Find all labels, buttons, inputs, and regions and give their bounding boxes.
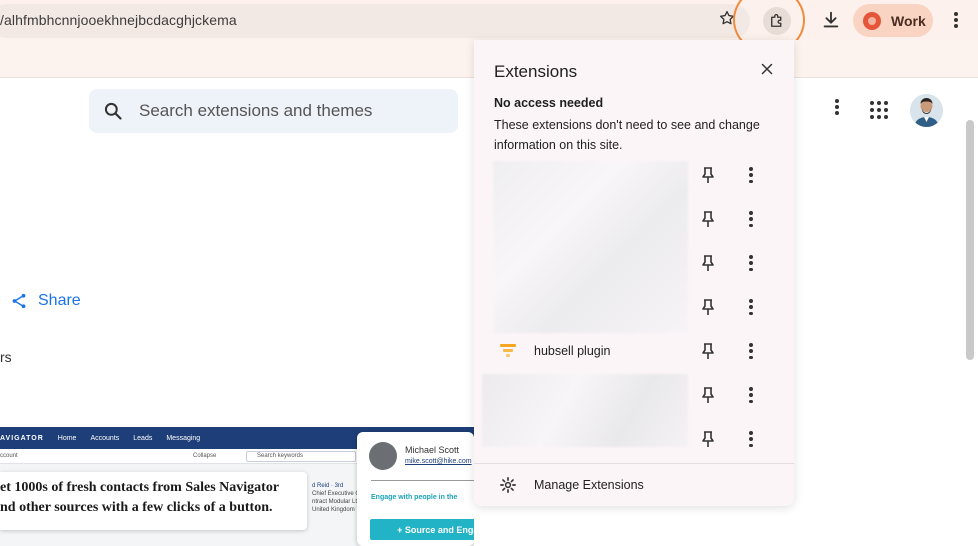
manage-extensions-label: Manage Extensions — [534, 478, 644, 492]
preview-nav-brand: AVIGATOR — [0, 434, 44, 442]
share-label: Share — [38, 292, 81, 309]
page-more-kebab-icon[interactable] — [827, 97, 847, 117]
extension-menu-kebab-icon[interactable] — [749, 299, 753, 315]
pin-icon[interactable] — [700, 254, 716, 272]
scrollbar-thumb[interactable] — [966, 120, 974, 360]
download-icon[interactable] — [820, 9, 842, 31]
extension-row-hubsell[interactable]: hubsell plugin — [474, 330, 794, 374]
address-bar[interactable]: /alhfmbhcnnjooekhnejbcdacghjckema — [0, 4, 750, 38]
preview-nav-item: Messaging — [166, 434, 201, 442]
extension-menu-kebab-icon[interactable] — [749, 211, 753, 227]
page-scrollbar[interactable] — [966, 80, 974, 546]
profile-label: Work — [891, 12, 926, 29]
google-apps-grid-icon[interactable] — [870, 101, 888, 119]
popup-divider — [474, 463, 794, 464]
extension-menu-kebab-icon[interactable] — [749, 255, 753, 271]
partial-text: rs — [0, 349, 12, 365]
preview-nav-item: Accounts — [90, 434, 120, 442]
preview-search-field: Search keywords — [246, 451, 356, 462]
extension-row[interactable] — [474, 242, 794, 286]
extension-row[interactable] — [474, 286, 794, 330]
pin-icon[interactable] — [700, 386, 716, 404]
preview-profile-avatar — [369, 442, 397, 470]
gear-icon — [500, 477, 516, 493]
preview-lead-line: ntract Modular Ltd — [312, 499, 361, 505]
account-avatar[interactable] — [910, 94, 943, 127]
profile-chip-button[interactable]: Work — [853, 4, 933, 37]
share-icon — [12, 293, 26, 309]
pin-icon[interactable] — [700, 166, 716, 184]
extension-row[interactable] — [474, 418, 794, 462]
preview-profile-email: mike.scott@hike.com — [405, 458, 472, 465]
avatar-person-icon — [910, 94, 943, 127]
preview-lead-line: United Kingdom — [312, 507, 355, 513]
section-description: These extensions don't need to see and c… — [494, 118, 760, 152]
extension-menu-kebab-icon[interactable] — [749, 167, 753, 183]
preview-source-engage-button: + Source and Engage — [370, 519, 474, 540]
share-button[interactable]: Share — [10, 292, 81, 310]
preview-caption-line: et 1000s of fresh contacts from Sales Na… — [0, 480, 280, 495]
extension-menu-kebab-icon[interactable] — [749, 343, 753, 359]
search-icon — [104, 102, 122, 120]
hubsell-funnel-icon — [500, 344, 516, 357]
extension-menu-kebab-icon[interactable] — [749, 387, 753, 403]
preview-lead-line: d Reid · 3rd — [312, 483, 344, 489]
preview-nav-item: Leads — [133, 434, 153, 442]
browser-toolbar: /alhfmbhcnnjooekhnejbcdacghjckema Work — [0, 0, 978, 54]
extensions-popup: Extensions No access needed These extens… — [474, 40, 794, 506]
manage-extensions-button[interactable]: Manage Extensions — [474, 468, 794, 504]
search-input[interactable] — [139, 101, 439, 121]
preview-profile-name: Michael Scott — [405, 445, 460, 455]
extension-row[interactable] — [474, 198, 794, 242]
close-icon[interactable] — [758, 60, 776, 78]
preview-account-text: ccount — [0, 453, 18, 459]
profile-avatar-icon — [863, 11, 881, 30]
preview-collapse-text: Collapse — [193, 453, 217, 459]
preview-lead-info: d Reid · 3rd Chief Executive Of ntract M… — [312, 482, 362, 514]
preview-lead-line: Chief Executive Of — [312, 491, 362, 497]
extension-row[interactable] — [474, 374, 794, 418]
search-extensions-box[interactable] — [89, 89, 458, 133]
url-text[interactable]: /alhfmbhcnnjooekhnejbcdacghjckema — [0, 12, 237, 28]
extension-screenshot-preview[interactable]: AVIGATOR Home Accounts Leads Messaging c… — [0, 427, 474, 546]
pin-icon[interactable] — [700, 210, 716, 228]
preview-caption: et 1000s of fresh contacts from Sales Na… — [0, 472, 307, 530]
extension-row[interactable] — [474, 154, 794, 198]
section-title: No access needed — [494, 96, 604, 110]
preview-caption-line: nd other sources with a few clicks of a … — [0, 500, 273, 515]
preview-engage-text: Engage with people in the — [371, 494, 458, 501]
extension-menu-kebab-icon[interactable] — [749, 431, 753, 447]
pin-icon[interactable] — [700, 430, 716, 448]
hubsell-label: hubsell plugin — [534, 344, 611, 358]
pin-icon[interactable] — [700, 342, 716, 360]
preview-profile-card: Michael Scott mike.scott@hike.com Engage… — [357, 432, 474, 546]
popup-title: Extensions — [494, 62, 578, 81]
pin-icon[interactable] — [700, 298, 716, 316]
browser-menu-kebab-icon[interactable] — [946, 10, 966, 30]
preview-nav-item: Home — [57, 434, 77, 442]
